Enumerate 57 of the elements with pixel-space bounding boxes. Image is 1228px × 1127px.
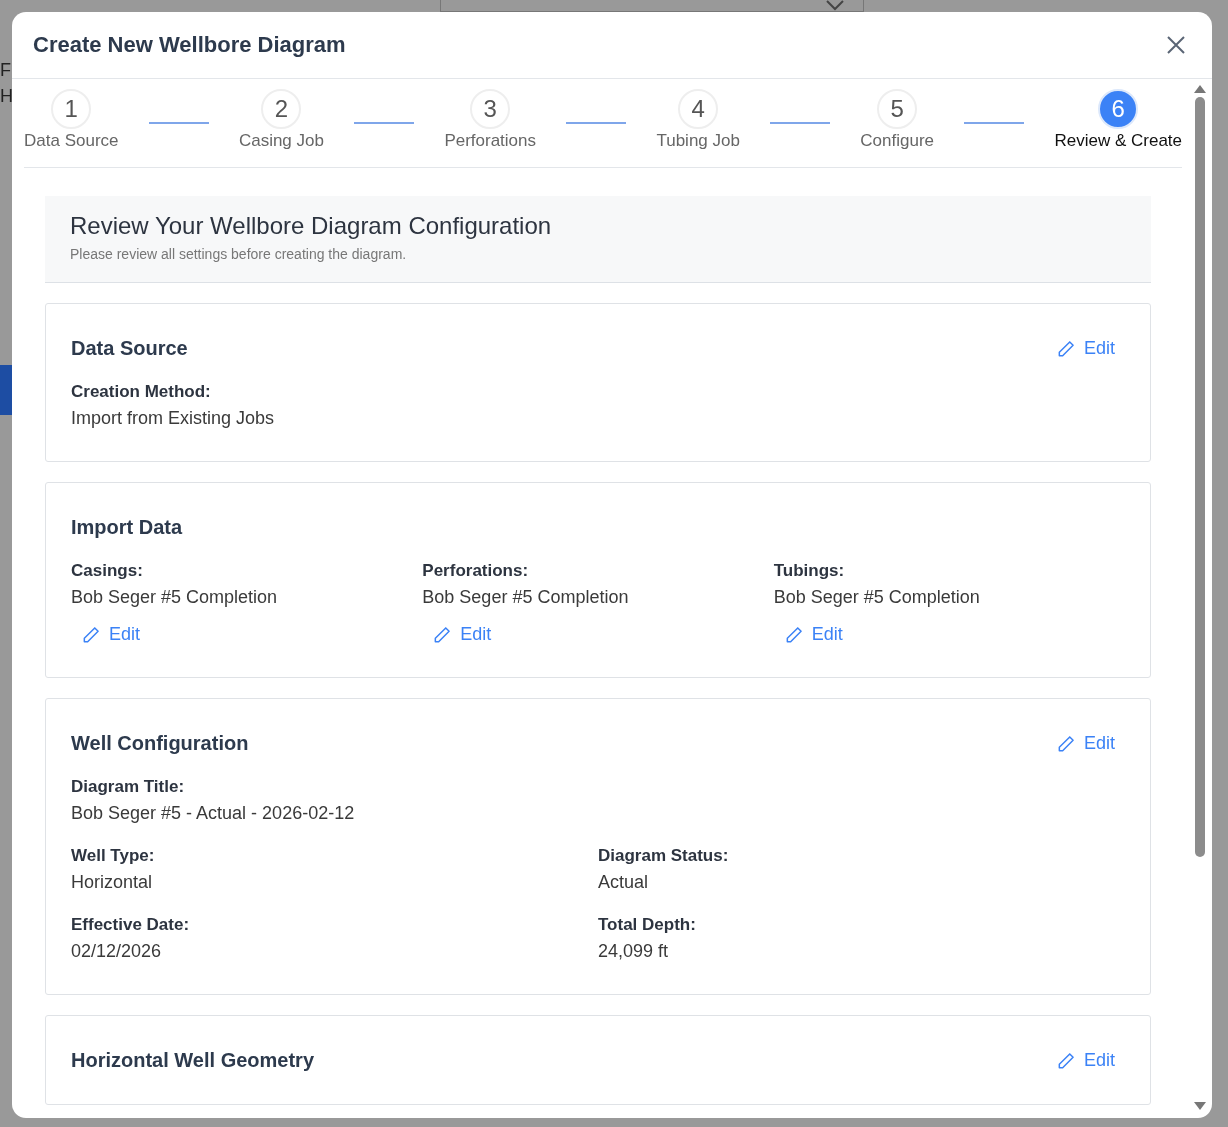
background-text: H — [0, 86, 13, 107]
field-value: Bob Seger #5 Completion — [422, 587, 629, 608]
field-value: 02/12/2026 — [71, 941, 162, 962]
edit-link[interactable]: Edit — [1045, 1050, 1125, 1071]
field-label: Diagram Title: — [71, 777, 185, 797]
field-value: Bob Seger #5 Completion — [71, 587, 278, 608]
step-number: 3 — [470, 89, 511, 129]
field-label: Effective Date: — [71, 915, 190, 935]
field-value: Import from Existing Jobs — [71, 408, 275, 429]
field-label: Total Depth: — [598, 915, 696, 935]
pencil-icon — [432, 624, 453, 645]
field-label: Casings: — [71, 561, 143, 581]
step-connector — [566, 122, 627, 124]
scroll-thumb[interactable] — [1195, 97, 1205, 857]
step[interactable]: 6 Review & Create — [1054, 89, 1183, 151]
section-title: Well Configuration — [71, 732, 249, 755]
field-value: Actual — [598, 872, 649, 893]
field-value: Horizontal — [71, 872, 153, 893]
chevron-icon — [825, 0, 845, 11]
step[interactable]: 4 Tubing Job — [656, 89, 740, 151]
section-title: Import Data — [71, 516, 183, 539]
step-number: 2 — [261, 89, 302, 129]
step[interactable]: 3 Perforations — [444, 89, 537, 151]
field-label: Diagram Status: — [598, 846, 729, 866]
step-connector — [770, 122, 831, 124]
field-value: 24,099 ft — [598, 941, 669, 962]
section-title: Data Source — [71, 337, 188, 360]
field-label: Creation Method: — [71, 382, 211, 402]
edit-link[interactable]: Edit — [422, 624, 502, 645]
edit-link[interactable]: Edit — [1045, 338, 1125, 359]
step-number: 1 — [51, 89, 92, 129]
step-connector — [964, 122, 1025, 124]
step-number: 6 — [1098, 89, 1139, 129]
step[interactable]: 2 Casing Job — [238, 89, 324, 151]
review-subtitle: Please review all settings before creating the diagram. — [70, 246, 408, 262]
background-text: F — [0, 60, 11, 81]
edit-link[interactable]: Edit — [773, 624, 853, 645]
step-connector — [148, 122, 209, 124]
step[interactable]: 5 Configure — [860, 89, 935, 151]
field-label: Well Type: — [71, 846, 155, 866]
scroll-up-icon — [1194, 85, 1206, 93]
section-title: Horizontal Well Geometry — [71, 1049, 314, 1072]
pencil-icon — [81, 624, 101, 645]
edit-link[interactable]: Edit — [71, 624, 151, 645]
edit-link[interactable]: Edit — [1045, 733, 1125, 754]
dialog-title: Create New Wellbore Diagram — [33, 32, 346, 58]
field-label: Tubings: — [773, 561, 845, 581]
step-connector — [354, 122, 415, 124]
step-number: 5 — [877, 89, 918, 129]
scroll-down-icon — [1194, 1102, 1206, 1110]
field-value: Bob Seger #5 - Actual - 2026-02-12 — [71, 803, 355, 824]
review-title: Review Your Wellbore Diagram Configuration — [70, 212, 553, 240]
step[interactable]: 1 Data Source — [24, 89, 119, 151]
close-icon — [1166, 35, 1186, 55]
field-value: Bob Seger #5 Completion — [773, 587, 980, 608]
step-number: 4 — [678, 89, 719, 129]
field-label: Perforations: — [422, 561, 529, 581]
